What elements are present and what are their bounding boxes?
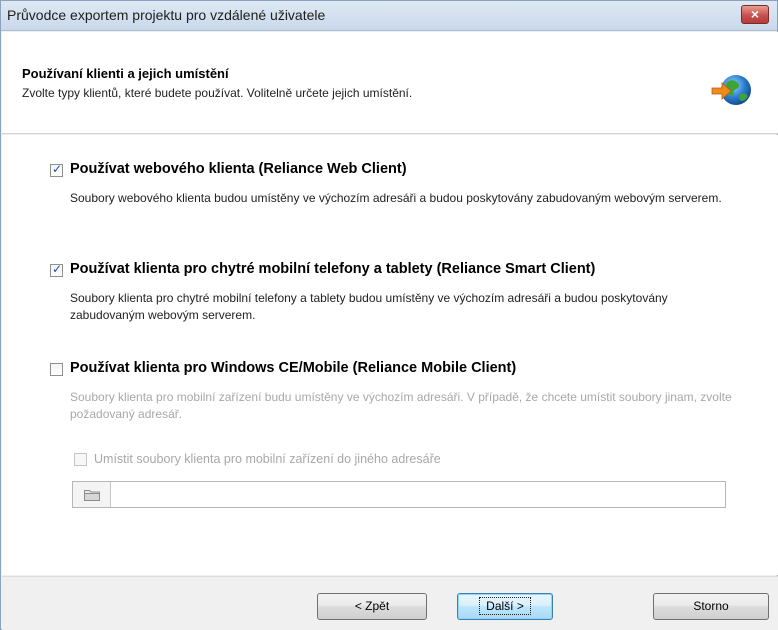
- globe-arrow-icon: [711, 75, 751, 105]
- directory-path-field[interactable]: [72, 481, 726, 508]
- folder-icon: [84, 490, 100, 501]
- mobile-client-checkbox[interactable]: [50, 363, 63, 376]
- window-title: Průvodce exportem projektu pro vzdálené …: [7, 7, 326, 23]
- wizard-header: Používaní klienti a jejich umístění Zvol…: [2, 32, 778, 134]
- smart-client-checkbox[interactable]: [50, 262, 63, 277]
- smart-client-description: Soubory klienta pro chytré mobilní telef…: [70, 291, 668, 322]
- mobile-client-label[interactable]: Používat klienta pro Windows CE/Mobile (…: [70, 360, 516, 376]
- web-client-checkbox[interactable]: [50, 162, 63, 177]
- back-button[interactable]: < Zpět: [317, 593, 427, 620]
- title-bar: Průvodce exportem projektu pro vzdálené …: [1, 1, 777, 31]
- wizard-window: Průvodce exportem projektu pro vzdálené …: [0, 0, 778, 630]
- mobile-client-description: Soubory klienta pro mobilní zařízení bud…: [70, 390, 732, 421]
- page-subtitle: Zvolte typy klientů, které budete použív…: [22, 86, 413, 100]
- wizard-footer: < Zpět Další > Storno: [2, 576, 778, 630]
- smart-client-label[interactable]: Používat klienta pro chytré mobilní tele…: [70, 261, 595, 277]
- browse-folder-button[interactable]: [73, 482, 111, 507]
- next-button[interactable]: Další >: [457, 593, 553, 620]
- web-client-label[interactable]: Používat webového klienta (Reliance Web …: [70, 161, 407, 177]
- close-button[interactable]: ×: [741, 5, 769, 24]
- custom-directory-label[interactable]: Umístit soubory klienta pro mobilní zaří…: [94, 451, 764, 468]
- wizard-content: Používat webového klienta (Reliance Web …: [2, 135, 778, 575]
- next-button-label: Další >: [479, 597, 531, 615]
- page-title: Používaní klienti a jejich umístění: [22, 66, 229, 81]
- custom-directory-checkbox[interactable]: [74, 453, 87, 466]
- web-client-description: Soubory webového klienta budou umístěny …: [70, 191, 722, 205]
- cancel-button[interactable]: Storno: [653, 593, 769, 620]
